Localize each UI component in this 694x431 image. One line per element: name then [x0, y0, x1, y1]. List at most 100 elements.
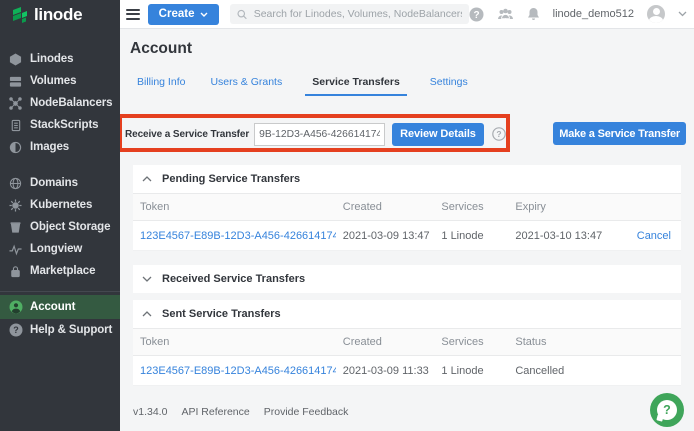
- notifications-bell-icon[interactable]: [527, 7, 540, 21]
- section-title: Sent Service Transfers: [162, 308, 281, 320]
- sidebar-item-volumes[interactable]: Volumes: [0, 70, 120, 92]
- linode-logo[interactable]: linode: [0, 0, 120, 29]
- tab-bar: Billing Info Users & Grants Service Tran…: [135, 76, 470, 96]
- token-link[interactable]: 123E4567-E89B-12D3-A456-426614174000: [140, 230, 336, 242]
- sidebar-item-marketplace[interactable]: Marketplace: [0, 260, 120, 282]
- expiry-cell: 2021-03-10 13:47: [508, 221, 623, 251]
- review-details-button[interactable]: Review Details: [392, 123, 484, 146]
- user-menu-chevron-icon[interactable]: [678, 11, 687, 17]
- sent-transfers-section: Sent Service Transfers Token Created Ser…: [133, 300, 681, 386]
- sidebar-item-stackscripts[interactable]: StackScripts: [0, 114, 120, 136]
- svg-text:?: ?: [496, 129, 501, 139]
- linodes-icon: [8, 52, 23, 67]
- page-title: Account: [130, 40, 192, 58]
- search-input[interactable]: [254, 8, 462, 20]
- question-circle-icon: ?: [8, 323, 23, 338]
- sidebar-item-object-storage[interactable]: Object Storage: [0, 216, 120, 238]
- tab-users-grants[interactable]: Users & Grants: [208, 76, 284, 96]
- api-reference-link[interactable]: API Reference: [181, 406, 249, 418]
- sent-section-header[interactable]: Sent Service Transfers: [133, 300, 681, 328]
- help-icon[interactable]: ?: [469, 7, 484, 22]
- column-header-created: Created: [336, 329, 435, 356]
- cancel-link[interactable]: Cancel: [637, 230, 671, 242]
- sidebar-item-label: Object Storage: [30, 221, 110, 233]
- create-button[interactable]: Create: [148, 4, 220, 25]
- column-header-token: Token: [133, 329, 336, 356]
- receive-transfer-bar: Receive a Service Transfer Review Detail…: [125, 122, 506, 146]
- tab-settings[interactable]: Settings: [428, 76, 470, 96]
- section-title: Received Service Transfers: [162, 273, 305, 285]
- chevron-down-icon: [200, 12, 208, 17]
- make-service-transfer-button[interactable]: Make a Service Transfer: [553, 122, 686, 145]
- sidebar-item-label: StackScripts: [30, 119, 98, 131]
- column-header-token: Token: [133, 194, 336, 221]
- kubernetes-icon: [8, 198, 23, 213]
- sidebar-item-account[interactable]: Account: [0, 295, 120, 319]
- sidebar-item-label: Longview: [30, 243, 82, 255]
- column-header-expiry: Expiry: [508, 194, 623, 221]
- sidebar: linode Linodes Volumes NodeBalancers Sta…: [0, 0, 120, 431]
- column-header-created: Created: [336, 194, 435, 221]
- footer: v1.34.0 API Reference Provide Feedback: [133, 406, 348, 418]
- transfer-token-input[interactable]: [254, 123, 385, 146]
- tab-service-transfers[interactable]: Service Transfers: [305, 76, 407, 96]
- services-cell: 1 Linode: [434, 356, 508, 386]
- tab-billing-info[interactable]: Billing Info: [135, 76, 187, 96]
- menu-icon[interactable]: [126, 9, 140, 20]
- username[interactable]: linode_demo512: [553, 8, 634, 20]
- table-row: 123E4567-E89B-12D3-A456-426614174000 202…: [133, 221, 681, 251]
- status-cell: Cancelled: [508, 356, 681, 386]
- create-button-label: Create: [159, 8, 195, 20]
- search-bar[interactable]: [230, 4, 468, 24]
- volumes-icon: [8, 74, 23, 89]
- main-content: Account Billing Info Users & Grants Serv…: [120, 29, 694, 431]
- sidebar-item-label: Account: [30, 301, 75, 313]
- version-label: v1.34.0: [133, 406, 167, 418]
- sidebar-item-label: Kubernetes: [30, 199, 92, 211]
- pending-section-header[interactable]: Pending Service Transfers: [133, 165, 681, 193]
- linode-logo-icon: [12, 6, 28, 24]
- section-title: Pending Service Transfers: [162, 173, 300, 185]
- sidebar-item-label: Help & Support: [30, 324, 112, 336]
- chevron-up-icon: [142, 311, 152, 317]
- sidebar-item-kubernetes[interactable]: Kubernetes: [0, 194, 120, 216]
- sidebar-item-label: Marketplace: [30, 265, 95, 277]
- sidebar-divider: [0, 291, 120, 292]
- provide-feedback-link[interactable]: Provide Feedback: [264, 406, 349, 418]
- sidebar-item-domains[interactable]: Domains: [0, 172, 120, 194]
- sidebar-item-label: NodeBalancers: [30, 97, 112, 109]
- sidebar-item-label: Volumes: [30, 75, 76, 87]
- sidebar-item-nodebalancers[interactable]: NodeBalancers: [0, 92, 120, 114]
- chevron-up-icon: [142, 176, 152, 182]
- logo-text: linode: [34, 5, 82, 25]
- sidebar-nav: Linodes Volumes NodeBalancers StackScrip…: [0, 29, 120, 341]
- transfer-help-icon[interactable]: ?: [492, 127, 506, 141]
- marketplace-icon: [8, 264, 23, 279]
- help-bubble-button[interactable]: ?: [650, 393, 684, 427]
- object-storage-icon: [8, 220, 23, 235]
- sent-transfers-table: Token Created Services Status 123E4567-E…: [133, 328, 681, 386]
- sidebar-item-label: Domains: [30, 177, 78, 189]
- domains-icon: [8, 176, 23, 191]
- sidebar-item-longview[interactable]: Longview: [0, 238, 120, 260]
- column-header-services: Services: [434, 194, 508, 221]
- pending-transfers-table: Token Created Services Expiry 123E4567-E…: [133, 193, 681, 251]
- received-section-header[interactable]: Received Service Transfers: [133, 265, 681, 293]
- sidebar-item-label: Images: [30, 141, 69, 153]
- question-bubble-icon: ?: [657, 400, 677, 420]
- token-link[interactable]: 123E4567-E89B-12D3-A456-426614174001: [140, 365, 336, 377]
- received-transfers-section: Received Service Transfers: [133, 265, 681, 293]
- sidebar-item-linodes[interactable]: Linodes: [0, 48, 120, 70]
- sidebar-item-images[interactable]: Images: [0, 136, 120, 158]
- svg-text:?: ?: [473, 10, 479, 21]
- pending-transfers-section: Pending Service Transfers Token Created …: [133, 165, 681, 251]
- receive-transfer-label: Receive a Service Transfer: [125, 129, 249, 140]
- column-header-services: Services: [434, 329, 508, 356]
- sidebar-item-help-support[interactable]: ? Help & Support: [0, 319, 120, 341]
- account-icon: [8, 300, 23, 315]
- svg-text:?: ?: [13, 325, 19, 335]
- created-cell: 2021-03-09 11:33: [336, 356, 435, 386]
- community-icon[interactable]: [497, 8, 514, 21]
- column-header-status: Status: [508, 329, 681, 356]
- avatar[interactable]: [647, 5, 665, 23]
